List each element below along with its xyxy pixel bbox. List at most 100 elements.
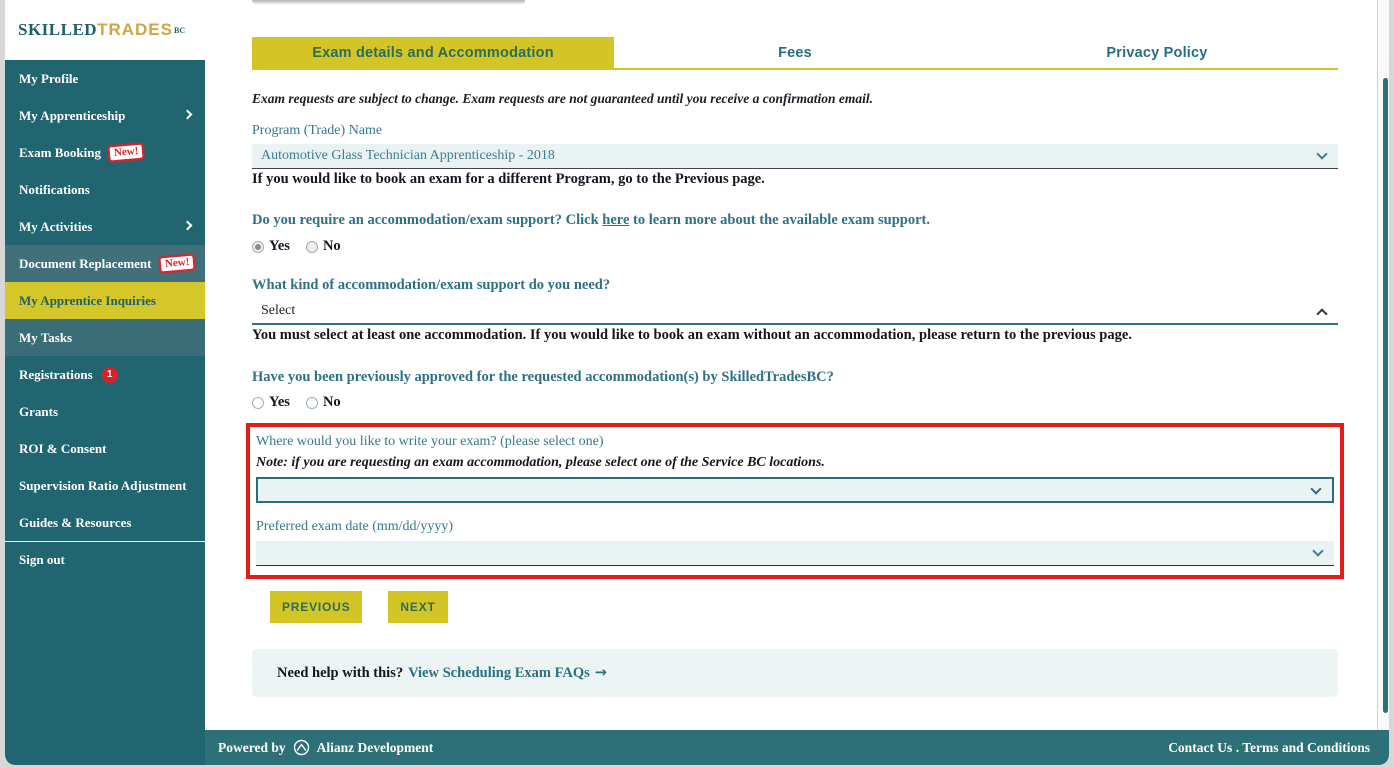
accommodation-question-label: Do you require an accommodation/exam sup… — [252, 212, 1338, 229]
sidebar-item-roi-consent[interactable]: ROI & Consent — [5, 430, 205, 467]
scrollbar-track[interactable] — [1377, 0, 1389, 730]
sidebar-item-sign-out[interactable]: Sign out — [5, 541, 205, 578]
notification-count-badge: 1 — [102, 367, 118, 383]
chevron-down-icon — [1310, 483, 1321, 494]
powered-by-text: Powered by — [218, 740, 286, 756]
form-buttons: PREVIOUS NEXT — [270, 591, 1338, 623]
question-text: Do you require an accommodation/exam sup… — [252, 212, 602, 228]
sidebar-item-grants[interactable]: Grants — [5, 393, 205, 430]
preferred-exam-date-label: Preferred exam date (mm/dd/yyyy) — [256, 519, 1334, 535]
sidebar-item-label: Exam Booking — [19, 145, 101, 161]
radio-label-yes: Yes — [269, 238, 290, 255]
sidebar-item-label: ROI & Consent — [19, 441, 106, 457]
previously-approved-radio-group: Yes No — [252, 394, 1338, 411]
accommodation-radio-group: Yes No — [252, 238, 1338, 255]
help-banner: Need help with this? View Scheduling Exa… — [252, 649, 1338, 697]
sidebar-item-label: My Apprentice Inquiries — [19, 293, 156, 309]
next-button[interactable]: NEXT — [388, 591, 447, 623]
tab-fees[interactable]: Fees — [614, 37, 976, 68]
chevron-down-icon — [1312, 545, 1323, 556]
sidebar-item-supervision-ratio-adjustment[interactable]: Supervision Ratio Adjustment — [5, 467, 205, 504]
radio-no[interactable] — [306, 241, 318, 253]
sidebar-item-notifications[interactable]: Notifications — [5, 171, 205, 208]
new-badge: New! — [158, 253, 196, 273]
logo-skilled-text: SKILLED — [18, 20, 97, 40]
radio-option-yes[interactable]: Yes — [252, 238, 290, 255]
sidebar-item-label: Document Replacement — [19, 256, 152, 272]
radio-label-no: No — [323, 238, 341, 255]
chevron-right-icon — [183, 110, 193, 120]
scrollbar-thumb[interactable] — [1383, 78, 1388, 713]
tab-bar: Exam details and Accommodation Fees Priv… — [252, 37, 1338, 70]
radio-option-no[interactable]: No — [306, 394, 341, 411]
sidebar-item-label: Notifications — [19, 182, 90, 198]
logo-bc-superscript: BC — [174, 26, 185, 35]
sidebar-item-exam-booking[interactable]: Exam Booking New! — [5, 134, 205, 171]
sidebar-item-my-apprenticeship[interactable]: My Apprenticeship — [5, 97, 205, 134]
radio-yes-selected[interactable] — [252, 241, 264, 253]
service-bc-note: Note: if you are requesting an exam acco… — [256, 455, 1334, 471]
alianz-mountain-icon — [293, 739, 310, 756]
sidebar-item-label: My Activities — [19, 219, 92, 235]
sidebar-item-label: My Apprenticeship — [19, 108, 125, 124]
exam-request-disclaimer: Exam requests are subject to change. Exa… — [252, 91, 1338, 107]
sidebar-item-label: Supervision Ratio Adjustment — [19, 478, 187, 494]
radio-no[interactable] — [306, 397, 318, 409]
chevron-down-icon — [1316, 148, 1327, 159]
tab-privacy-policy[interactable]: Privacy Policy — [976, 37, 1338, 68]
new-badge: New! — [107, 142, 145, 162]
contact-us-link[interactable]: Contact Us — [1168, 740, 1232, 755]
scheduling-exam-faqs-link[interactable]: View Scheduling Exam FAQs — [408, 665, 590, 682]
program-trade-name-label: Program (Trade) Name — [252, 123, 1338, 139]
sidebar-item-label: Guides & Resources — [19, 515, 131, 531]
footer-links: Contact Us . Terms and Conditions — [1168, 740, 1370, 756]
radio-yes[interactable] — [252, 397, 264, 409]
logo-trades-text: TRADES — [97, 20, 173, 40]
sidebar: My Profile My Apprenticeship Exam Bookin… — [5, 60, 205, 765]
program-help-text: If you would like to book an exam for a … — [252, 171, 1338, 188]
previous-button[interactable]: PREVIOUS — [270, 591, 362, 623]
accommodation-kind-value: Select — [261, 303, 295, 319]
company-name: Alianz Development — [317, 740, 434, 756]
radio-label-yes: Yes — [269, 394, 290, 411]
sidebar-item-label: Registrations — [19, 367, 93, 383]
sidebar-item-my-tasks[interactable]: My Tasks — [5, 319, 205, 356]
help-text: Need help with this? — [277, 665, 403, 682]
sidebar-item-document-replacement[interactable]: Document Replacement New! — [5, 245, 205, 282]
previously-approved-label: Have you been previously approved for th… — [252, 369, 1338, 386]
chevron-up-icon — [1316, 308, 1327, 319]
sidebar-item-guides-resources[interactable]: Guides & Resources — [5, 504, 205, 541]
accommodation-kind-help: You must select at least one accommodati… — [252, 327, 1338, 344]
radio-label-no: No — [323, 394, 341, 411]
footer-powered-by: Powered by Alianz Development — [218, 739, 433, 756]
chevron-right-icon — [183, 221, 193, 231]
sidebar-item-label: My Profile — [19, 71, 78, 87]
skilledtradesbc-logo[interactable]: SKILLEDTRADESBC — [5, 0, 205, 60]
exam-location-select[interactable] — [256, 477, 1334, 503]
sidebar-item-registrations[interactable]: Registrations 1 — [5, 356, 205, 393]
highlighted-exam-location-section: Where would you like to write your exam?… — [246, 423, 1344, 579]
sidebar-item-label: Sign out — [19, 552, 65, 568]
accommodation-kind-select[interactable]: Select — [252, 299, 1338, 325]
scrolled-card-shadow — [252, 0, 525, 5]
footer: Powered by Alianz Development Contact Us… — [205, 730, 1389, 765]
program-select[interactable]: Automotive Glass Technician Apprenticesh… — [252, 144, 1338, 169]
radio-option-no[interactable]: No — [306, 238, 341, 255]
radio-option-yes[interactable]: Yes — [252, 394, 290, 411]
terms-and-conditions-link[interactable]: Terms and Conditions — [1242, 740, 1370, 755]
app-window: SKILLEDTRADESBC My Profile My Apprentice… — [5, 0, 1389, 765]
sidebar-item-label: Grants — [19, 404, 58, 420]
sidebar-item-my-profile[interactable]: My Profile — [5, 60, 205, 97]
sidebar-item-my-apprentice-inquiries[interactable]: My Apprentice Inquiries — [5, 282, 205, 319]
program-select-value: Automotive Glass Technician Apprenticesh… — [261, 148, 555, 164]
arrow-right-icon: → — [595, 665, 607, 681]
question-text: to learn more about the available exam s… — [629, 212, 930, 228]
sidebar-item-my-activities[interactable]: My Activities — [5, 208, 205, 245]
here-link[interactable]: here — [602, 212, 629, 228]
exam-location-label: Where would you like to write your exam?… — [256, 434, 1334, 450]
tab-exam-details-and-accommodation[interactable]: Exam details and Accommodation — [252, 37, 614, 68]
page: SKILLEDTRADESBC My Profile My Apprentice… — [0, 0, 1394, 768]
main-content: Exam details and Accommodation Fees Priv… — [205, 0, 1389, 730]
sidebar-item-label: My Tasks — [19, 330, 72, 346]
preferred-exam-date-select[interactable] — [256, 541, 1334, 566]
